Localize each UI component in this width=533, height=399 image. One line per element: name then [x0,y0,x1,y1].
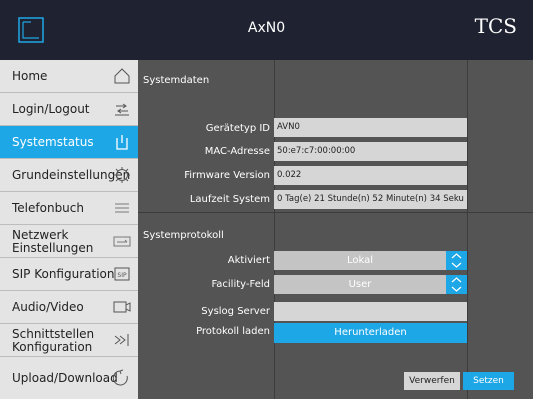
camera-icon [113,301,131,313]
download-log-button[interactable]: Herunterladen [274,323,467,343]
sidebar-item-systemstatus[interactable]: Systemstatus [0,126,138,159]
sidebar-item-label: Audio/Video [12,300,84,314]
login-logout-icon [115,103,129,116]
facility-label: Facility-Feld [211,279,270,290]
network-icon [113,236,131,247]
header-bar: AxN0 TCS [0,0,533,60]
facility-spinner[interactable] [446,275,467,294]
facility-select[interactable]: User [274,275,446,294]
list-icon [115,203,129,213]
geraetetyp-value: AVN0 [274,118,467,137]
sidebar-item-label: Systemstatus [12,135,94,149]
sidebar-item-label: Login/Logout [12,102,90,116]
sidebar-item-sip-konfiguration[interactable]: SIP Konfiguration SIP [0,258,138,291]
sidebar-item-netzwerk[interactable]: Netzwerk Einstellungen [0,225,138,258]
systemprotokoll-title: Systemprotokoll [143,230,224,241]
sidebar: Home Login/Logout Systemstatus Grundeins… [0,60,138,399]
sidebar-item-label: SIP Konfiguration [12,267,115,281]
aktiviert-label: Aktiviert [227,255,270,266]
sidebar-item-home[interactable]: Home [0,60,138,93]
interface-icon [114,334,129,346]
sidebar-item-upload-download[interactable]: Upload/Download [0,357,138,399]
svg-text:SIP: SIP [117,272,127,279]
column-divider [274,60,275,399]
sidebar-item-telefonbuch[interactable]: Telefonbuch [0,192,138,225]
firmware-version-label: Firmware Version [184,170,270,181]
firmware-version-value: 0.022 [274,166,467,185]
column-divider [467,60,468,399]
section-divider [138,212,533,213]
sidebar-item-grundeinstellungen[interactable]: Grundeinstellungen [0,159,138,192]
status-icon [116,135,128,150]
geraetetyp-label: Gerätetyp ID [205,123,270,134]
sidebar-item-audio-video[interactable]: Audio/Video [0,291,138,324]
systemdaten-title: Systemdaten [143,75,210,86]
sidebar-item-label: Telefonbuch [12,201,84,215]
aktiviert-select[interactable]: Lokal [274,251,446,270]
upload-download-icon [112,369,128,386]
sidebar-item-schnittstellen[interactable]: Schnittstellen Konfiguration [0,324,138,357]
mac-adresse-label: MAC-Adresse [204,146,270,157]
laufzeit-label: Laufzeit System [189,194,270,205]
protokoll-laden-label: Protokoll laden [196,326,270,337]
home-icon [114,68,130,84]
brand-logo: TCS [474,14,517,38]
sidebar-item-login-logout[interactable]: Login/Logout [0,93,138,126]
laufzeit-value: 0 Tag(e) 21 Stunde(n) 52 Minute(n) 34 Se… [274,190,467,209]
gear-icon [114,167,130,183]
page-title: AxN0 [247,20,286,36]
discard-button[interactable]: Verwerfen [404,372,460,390]
syslog-server-input[interactable] [274,302,467,321]
up-down-chevron-icon [451,253,462,268]
aktiviert-spinner[interactable] [446,251,467,270]
mac-adresse-value: 50:e7:c7:00:00:00 [274,142,467,161]
sip-icon: SIP [114,267,130,281]
syslog-server-label: Syslog Server [201,306,270,317]
sidebar-item-label: Home [12,69,48,83]
apply-button[interactable]: Setzen [463,372,514,390]
sidebar-item-label: Upload/Download [12,370,118,385]
up-down-chevron-icon [451,277,462,292]
